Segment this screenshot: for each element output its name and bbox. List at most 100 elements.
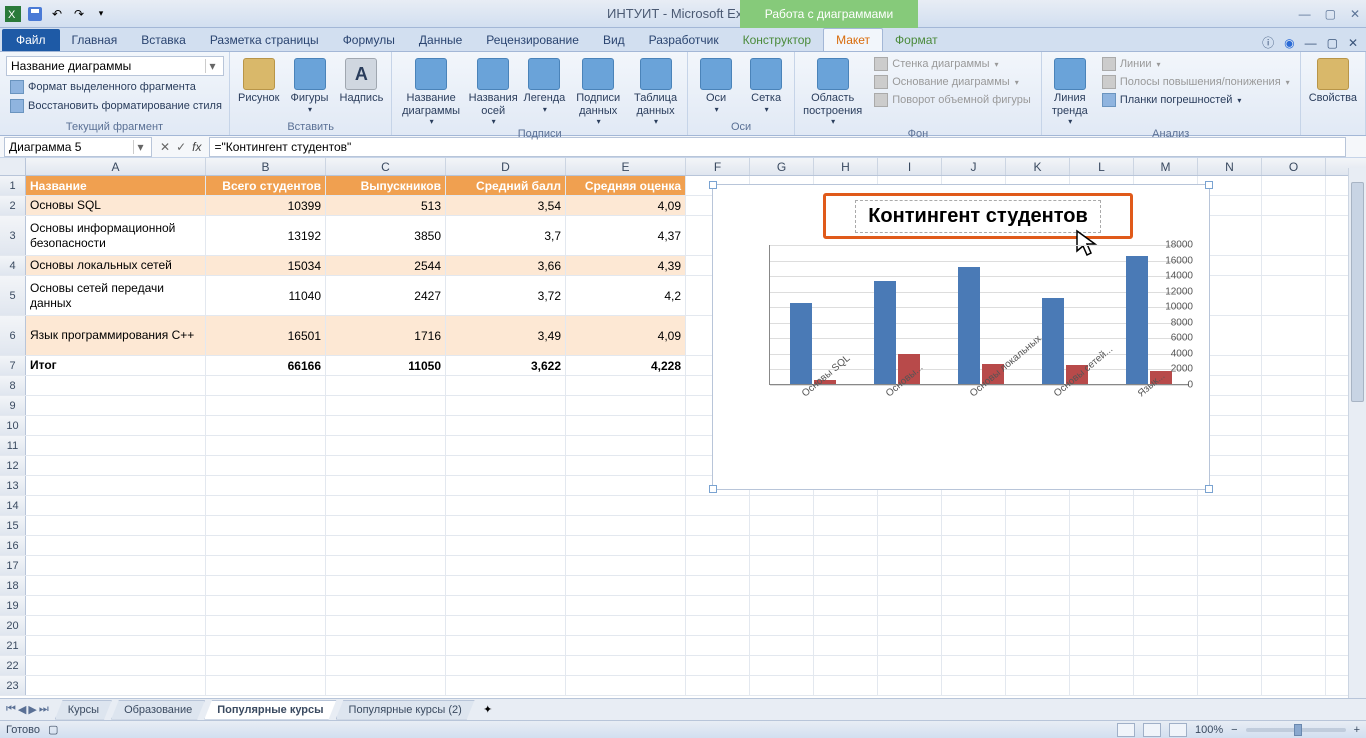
- chart-title-selection[interactable]: Контингент студентов: [823, 193, 1133, 239]
- reset-style-button[interactable]: Восстановить форматирование стиля: [6, 98, 226, 114]
- cell[interactable]: [206, 676, 326, 695]
- cell[interactable]: [1262, 276, 1326, 315]
- cell[interactable]: [686, 576, 750, 595]
- cell[interactable]: [26, 516, 206, 535]
- cell[interactable]: [1070, 636, 1134, 655]
- cell[interactable]: [566, 636, 686, 655]
- cell[interactable]: [1262, 516, 1326, 535]
- sheet-tab[interactable]: Курсы: [55, 700, 112, 720]
- cell[interactable]: [1262, 376, 1326, 395]
- cell[interactable]: [566, 556, 686, 575]
- cell[interactable]: [1134, 656, 1198, 675]
- cell[interactable]: [942, 616, 1006, 635]
- data-table-button[interactable]: Таблица данных▾: [630, 56, 681, 128]
- row-header[interactable]: 11: [0, 436, 26, 455]
- cell[interactable]: Основы SQL: [26, 196, 206, 215]
- close-icon[interactable]: ✕: [1350, 7, 1360, 21]
- cell[interactable]: [446, 536, 566, 555]
- cell[interactable]: [942, 676, 1006, 695]
- cell[interactable]: [446, 456, 566, 475]
- cell[interactable]: 3,7: [446, 216, 566, 255]
- cell[interactable]: [750, 676, 814, 695]
- cell[interactable]: [750, 556, 814, 575]
- cell[interactable]: 11040: [206, 276, 326, 315]
- save-icon[interactable]: [26, 5, 44, 23]
- cell[interactable]: [326, 376, 446, 395]
- col-header[interactable]: N: [1198, 158, 1262, 175]
- cell[interactable]: [1006, 636, 1070, 655]
- cell[interactable]: [26, 416, 206, 435]
- cell[interactable]: [206, 616, 326, 635]
- axes-button[interactable]: Оси▾: [694, 56, 738, 116]
- cell[interactable]: 4,37: [566, 216, 686, 255]
- cell[interactable]: [1262, 636, 1326, 655]
- shapes-button[interactable]: Фигуры▾: [288, 56, 332, 116]
- cell[interactable]: [326, 396, 446, 415]
- cell[interactable]: [26, 436, 206, 455]
- cell[interactable]: [750, 656, 814, 675]
- cell[interactable]: [26, 496, 206, 515]
- cell[interactable]: [566, 616, 686, 635]
- cell[interactable]: [566, 656, 686, 675]
- cell[interactable]: [566, 536, 686, 555]
- row-header[interactable]: 6: [0, 316, 26, 355]
- cell[interactable]: [1198, 636, 1262, 655]
- row-header[interactable]: 14: [0, 496, 26, 515]
- cell[interactable]: [814, 536, 878, 555]
- cell[interactable]: 3,49: [446, 316, 566, 355]
- doc-close-icon[interactable]: ✕: [1348, 36, 1358, 50]
- sheet-nav-first-icon[interactable]: ⏮: [6, 703, 16, 716]
- cell[interactable]: [26, 536, 206, 555]
- cell[interactable]: [446, 376, 566, 395]
- cell[interactable]: [1006, 556, 1070, 575]
- col-header[interactable]: B: [206, 158, 326, 175]
- cell[interactable]: [26, 616, 206, 635]
- textbox-button[interactable]: AНадпись: [338, 56, 386, 107]
- cell[interactable]: [1262, 356, 1326, 375]
- format-selection-button[interactable]: Формат выделенного фрагмента: [6, 79, 200, 95]
- cell[interactable]: [814, 576, 878, 595]
- cell[interactable]: [206, 436, 326, 455]
- cell[interactable]: [686, 616, 750, 635]
- col-header[interactable]: M: [1134, 158, 1198, 175]
- cell[interactable]: [750, 596, 814, 615]
- cell[interactable]: [326, 556, 446, 575]
- cell[interactable]: [26, 396, 206, 415]
- col-header[interactable]: A: [26, 158, 206, 175]
- doc-max-icon[interactable]: ▢: [1327, 36, 1338, 50]
- col-header[interactable]: L: [1070, 158, 1134, 175]
- sheet-tab[interactable]: Образование: [111, 700, 205, 720]
- sheet-tab[interactable]: Популярные курсы (2): [336, 700, 475, 720]
- cell[interactable]: [206, 536, 326, 555]
- cell[interactable]: Основы информационной безопасности: [26, 216, 206, 255]
- cell[interactable]: [326, 436, 446, 455]
- cell[interactable]: [1070, 536, 1134, 555]
- picture-button[interactable]: Рисунок: [236, 56, 282, 107]
- select-all-corner[interactable]: [0, 158, 26, 175]
- cell[interactable]: [446, 556, 566, 575]
- cell[interactable]: [1262, 536, 1326, 555]
- cell[interactable]: [326, 596, 446, 615]
- cell[interactable]: [326, 616, 446, 635]
- cell[interactable]: [1262, 656, 1326, 675]
- cell[interactable]: [566, 676, 686, 695]
- cell[interactable]: [326, 456, 446, 475]
- cell[interactable]: [26, 636, 206, 655]
- cell[interactable]: [1006, 596, 1070, 615]
- qat-dropdown-icon[interactable]: ▾: [92, 5, 110, 23]
- row-header[interactable]: 17: [0, 556, 26, 575]
- cell[interactable]: Средний балл: [446, 176, 566, 195]
- cell[interactable]: [26, 556, 206, 575]
- row-header[interactable]: 4: [0, 256, 26, 275]
- cell[interactable]: 4,2: [566, 276, 686, 315]
- cell[interactable]: [1262, 436, 1326, 455]
- cell[interactable]: [750, 496, 814, 515]
- cell[interactable]: [26, 456, 206, 475]
- cell[interactable]: [446, 476, 566, 495]
- cell[interactable]: [1198, 516, 1262, 535]
- cell[interactable]: [26, 596, 206, 615]
- plot-area-button[interactable]: Область построения▾: [801, 56, 864, 128]
- cell[interactable]: 3850: [326, 216, 446, 255]
- cell[interactable]: [814, 616, 878, 635]
- cell[interactable]: [942, 516, 1006, 535]
